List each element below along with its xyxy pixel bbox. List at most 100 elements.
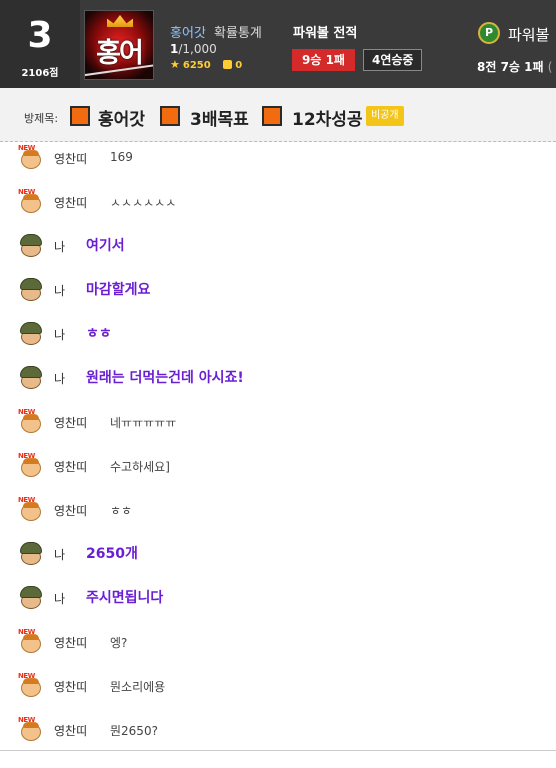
helmet-shape (20, 234, 42, 246)
chat-text: 마감할게요 (86, 282, 151, 298)
new-user-icon: NEW (18, 452, 44, 478)
chat-text: 주시면됩니다 (86, 590, 164, 606)
like-count: 0 (235, 60, 243, 71)
chat-text: ㅎㅎ (86, 326, 112, 342)
new-tag: NEW (18, 452, 35, 460)
divider (0, 750, 556, 751)
chat-message: NEW 영찬띠 뭔2650? (0, 714, 556, 758)
chat-username[interactable]: 영찬띠 (54, 458, 87, 475)
chat-message: NEW 영찬띠 네ㅠㅠㅠㅠㅠ (0, 406, 556, 450)
soldier-user-icon (18, 278, 44, 302)
chat-message: NEW 영찬띠 ㅅㅅㅅㅅㅅㅅ (0, 186, 556, 230)
ratio: 1/1,000 (170, 42, 217, 56)
helmet-shape (20, 322, 42, 334)
new-tag: NEW (18, 672, 35, 680)
chat-message: NEW 영찬띠 뭔소리에용 (0, 670, 556, 714)
chat-log[interactable]: NEW 영찬띠 169 NEW 영찬띠 ㅅㅅㅅㅅㅅㅅ 나 여기서 나 마감할게요 나 ㅎㅎ 나 원래는 더… (0, 142, 556, 752)
chat-username[interactable]: 나 (54, 590, 65, 607)
helmet-shape (20, 586, 42, 598)
chat-username[interactable]: 나 (54, 326, 65, 343)
orange-square-icon (160, 106, 180, 126)
soldier-user-icon (18, 322, 44, 346)
new-user-icon: NEW (18, 144, 44, 170)
chat-text: 뭔소리에용 (110, 680, 166, 694)
chat-text: 수고하세요] (110, 460, 170, 474)
orange-square-icon (70, 106, 90, 126)
powerball-record-title: 파워볼 전적 (293, 26, 358, 41)
crown-icon (107, 15, 133, 27)
chat-username[interactable]: 영찬띠 (54, 502, 87, 519)
chat-text: ㅅㅅㅅㅅㅅㅅ (110, 196, 177, 210)
chat-message: 나 2650개 (0, 538, 556, 582)
stats-link[interactable]: 확률통계 (214, 26, 262, 41)
nickname-link[interactable]: 홍어갓 (170, 26, 206, 41)
chat-username[interactable]: 영찬띠 (54, 678, 87, 695)
new-tag: NEW (18, 188, 35, 196)
soldier-user-icon (18, 366, 44, 390)
helmet-shape (20, 278, 42, 290)
chat-message: 나 원래는 더먹는건데 아시죠! (0, 362, 556, 406)
new-tag: NEW (18, 496, 35, 504)
chat-message: 나 주시면됩니다 (0, 582, 556, 626)
ratio-total: /1,000 (178, 42, 217, 56)
chat-username[interactable]: 영찬띠 (54, 722, 87, 739)
chat-text: 네ㅠㅠㅠㅠㅠ (110, 416, 177, 430)
record-paren: ( (547, 60, 553, 74)
star-icon: ★ (170, 58, 180, 71)
new-tag: NEW (18, 408, 35, 416)
chat-message: NEW 영찬띠 엥? (0, 626, 556, 670)
stats-line: ★ 6250 0 (170, 58, 242, 71)
chat-username[interactable]: 영찬띠 (54, 634, 87, 651)
chat-username[interactable]: 영찬띠 (54, 194, 87, 211)
orange-square-icon (262, 106, 282, 126)
room-text: 3배목표 (190, 110, 249, 130)
chat-text: 169 (110, 150, 133, 164)
new-user-icon: NEW (18, 188, 44, 214)
powerball-p-icon: P (478, 22, 500, 44)
powerball-title-2: 파워볼 (508, 26, 550, 44)
chat-message: NEW 영찬띠 ㅎㅎ (0, 494, 556, 538)
nickname-line: 홍어갓 확률통계 (170, 22, 262, 41)
chat-username[interactable]: 나 (54, 238, 65, 255)
streak-badge: 4연승중 (363, 49, 423, 71)
chat-message: NEW 영찬띠 수고하세요] (0, 450, 556, 494)
helmet-shape (20, 366, 42, 378)
new-user-icon: NEW (18, 408, 44, 434)
win-loss-badge: 9승 1패 (292, 49, 355, 71)
chat-username[interactable]: 나 (54, 370, 65, 387)
chat-text: ㅎㅎ (110, 504, 133, 518)
avatar-logo-text: 홍어 (96, 38, 144, 69)
chat-username[interactable]: 나 (54, 282, 65, 299)
chat-text: 여기서 (86, 238, 125, 254)
new-user-icon: NEW (18, 672, 44, 698)
record-text: 8전 7승 1패 (477, 60, 544, 74)
chat-username[interactable]: 영찬띠 (54, 414, 87, 431)
chat-text: 원래는 더먹는건데 아시죠! (86, 370, 244, 386)
chat-message: 나 ㅎㅎ (0, 318, 556, 362)
private-badge: 비공개 (366, 106, 404, 126)
soldier-user-icon (18, 542, 44, 566)
chat-username[interactable]: 영찬띠 (54, 150, 87, 167)
chat-username[interactable]: 나 (54, 546, 65, 563)
thumbs-up-icon (223, 60, 233, 69)
chat-text: 엥? (110, 636, 128, 650)
chat-text: 2650개 (86, 546, 138, 562)
new-user-icon: NEW (18, 716, 44, 742)
rank-points: 2106점 (21, 68, 59, 79)
rank-number: 3 (27, 15, 53, 56)
helmet-shape (20, 542, 42, 554)
profile-header: 3 2106점 홍어 홍어갓 확률통계 1/1,000 ★ 6250 0 파워볼 … (0, 0, 556, 88)
soldier-user-icon (18, 234, 44, 258)
new-tag: NEW (18, 716, 35, 724)
room-text: 홍어갓 (98, 110, 145, 130)
star-count: 6250 (182, 60, 211, 71)
new-tag: NEW (18, 628, 35, 636)
new-user-icon: NEW (18, 628, 44, 654)
chat-message: NEW 영찬띠 169 (0, 142, 556, 186)
avatar[interactable]: 홍어 (84, 10, 154, 80)
soldier-user-icon (18, 586, 44, 610)
chat-message: 나 마감할게요 (0, 274, 556, 318)
rank-box: 3 2106점 (0, 0, 80, 88)
new-tag: NEW (18, 144, 35, 152)
powerball-summary: 8전 7승 1패 ( (477, 58, 552, 75)
